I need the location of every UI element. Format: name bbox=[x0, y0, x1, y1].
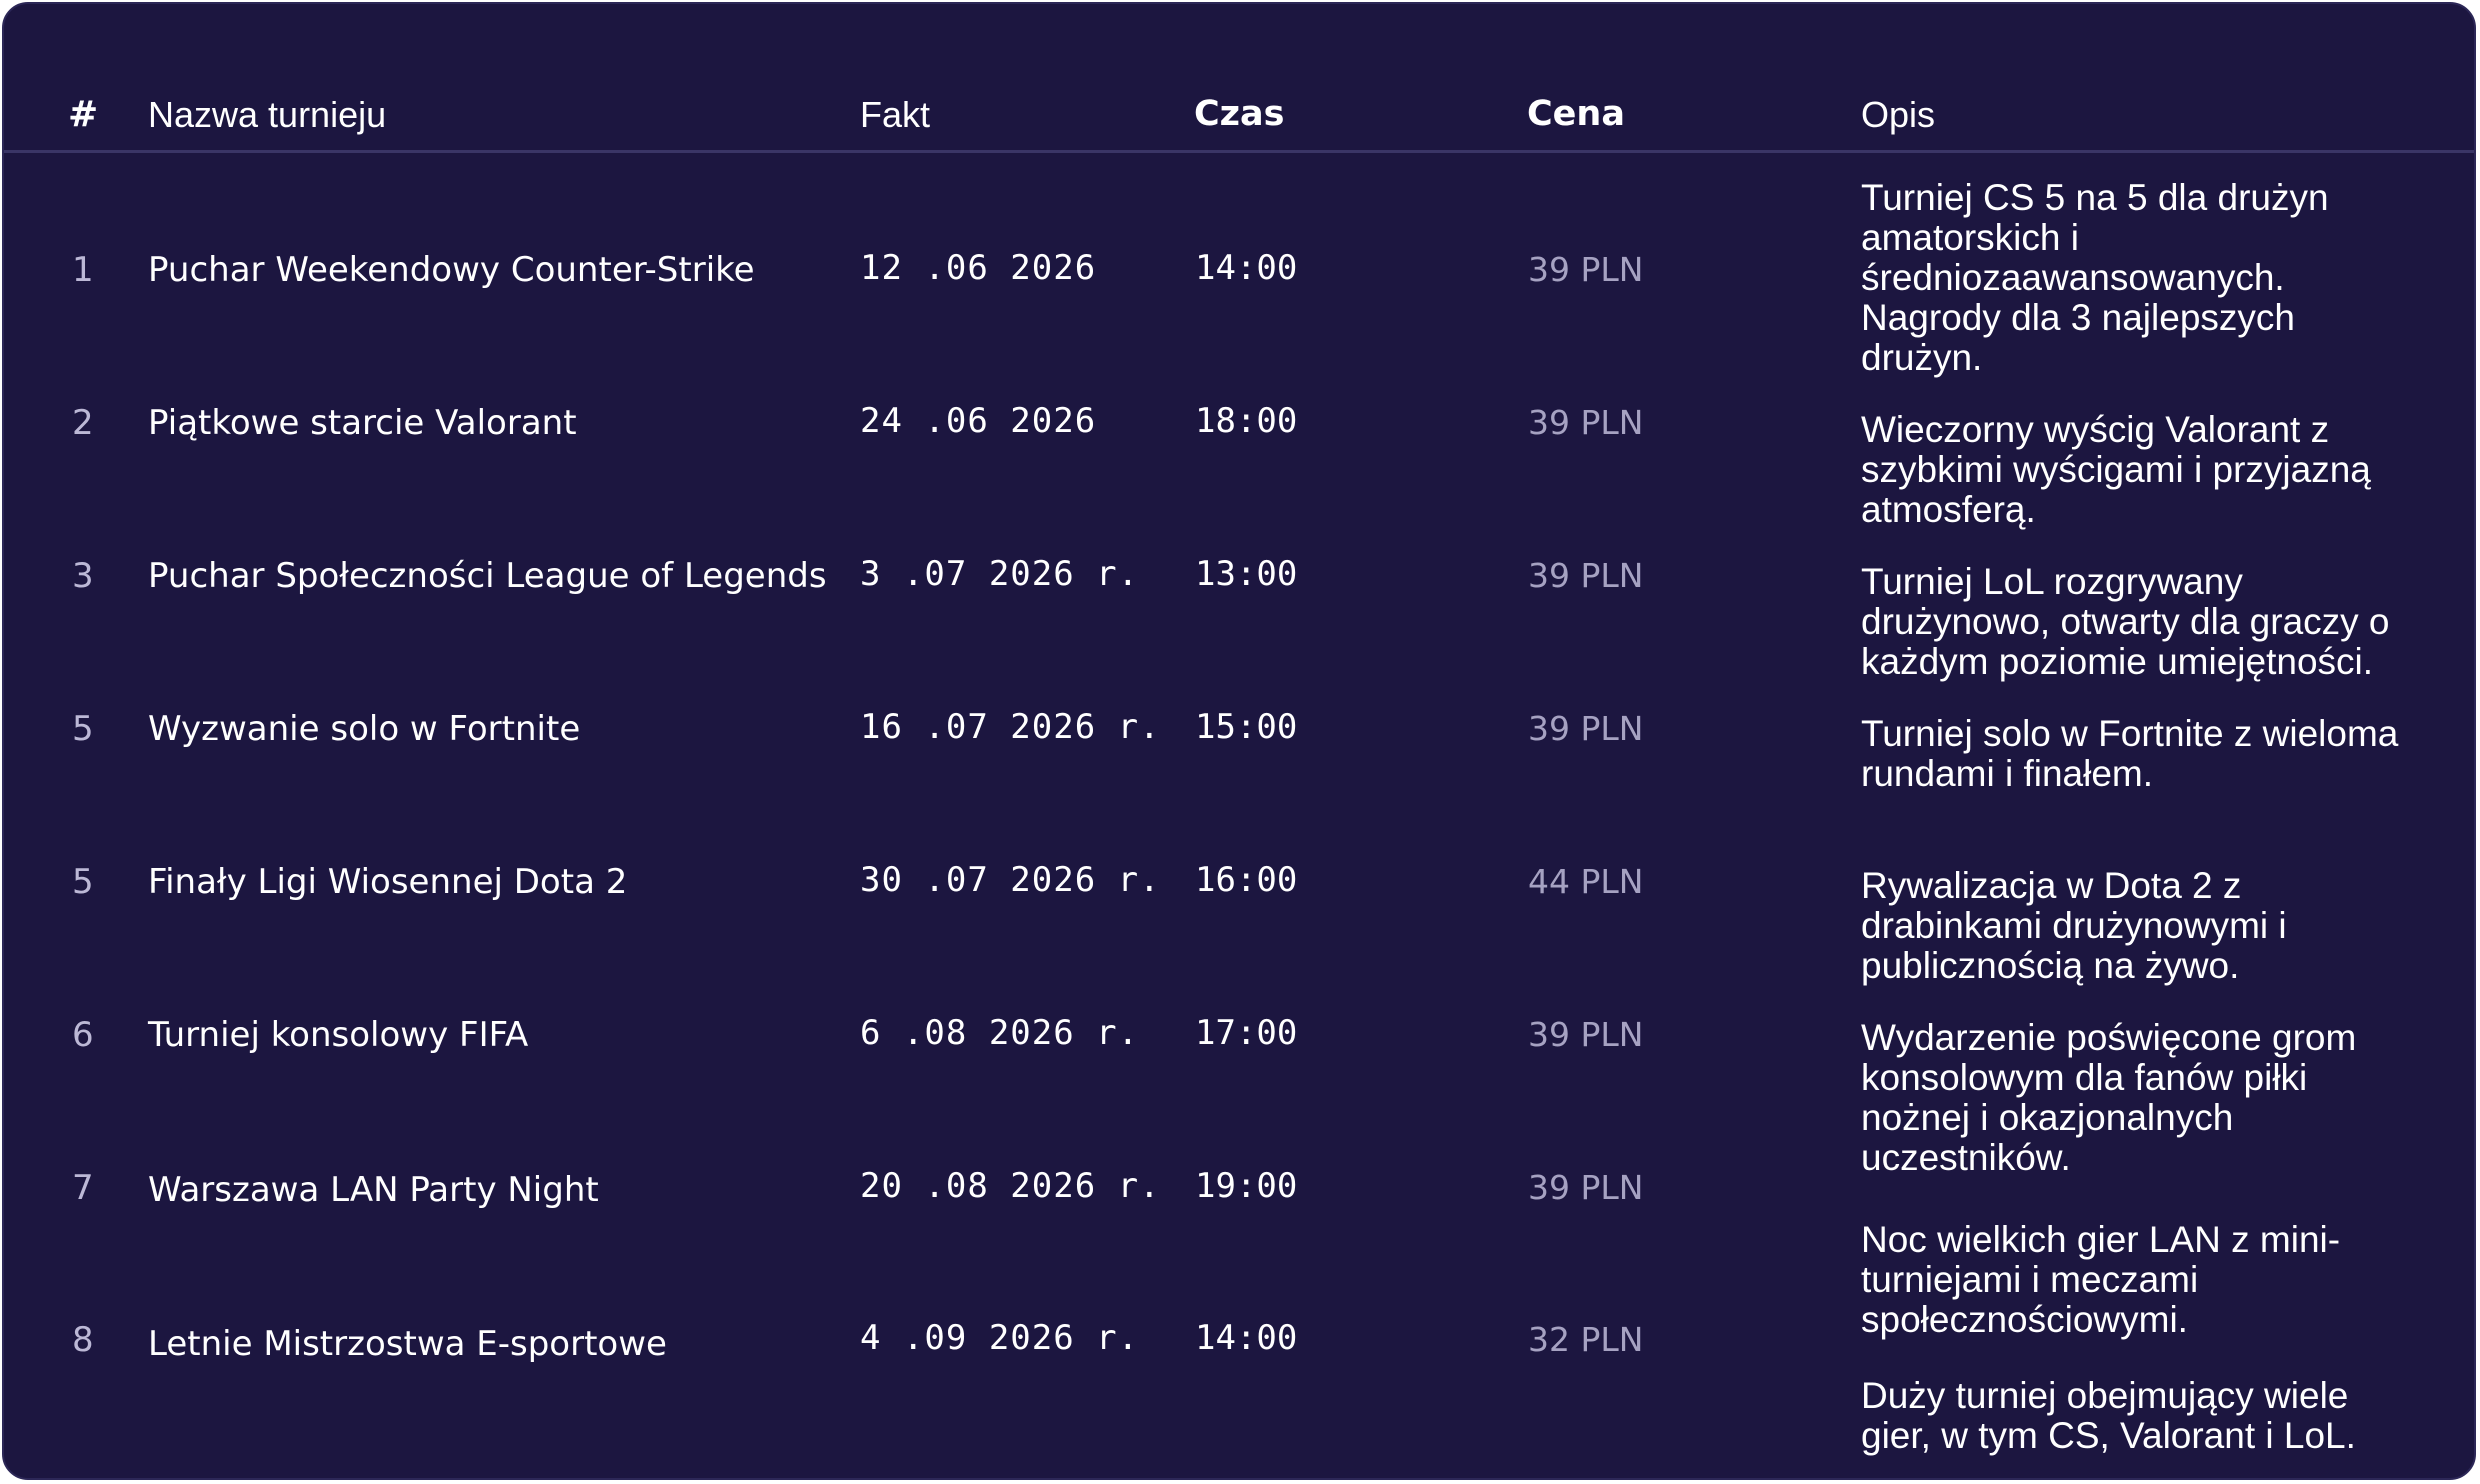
tournament-table: # Nazwa turnieju Fakt Czas Cena Opis 1 P… bbox=[2, 2, 2476, 1480]
header-time: Czas bbox=[1194, 94, 1285, 134]
row-price: 44 PLN bbox=[1528, 862, 1644, 901]
row-name: Warszawa LAN Party Night bbox=[148, 1170, 599, 1210]
row-time: 14:00 bbox=[1195, 248, 1298, 288]
row-date: 20 .08 2026 r. bbox=[860, 1166, 1161, 1206]
row-name: Piątkowe starcie Valorant bbox=[148, 403, 577, 443]
row-date: 24 .06 2026 bbox=[860, 401, 1097, 441]
row-date: 6 .08 2026 r. bbox=[860, 1013, 1140, 1053]
row-index: 1 bbox=[72, 250, 94, 290]
row-index: 2 bbox=[72, 403, 94, 443]
row-time: 16:00 bbox=[1195, 860, 1298, 900]
description-text: Rywalizacja w Dota 2 z drabinkami drużyn… bbox=[1861, 865, 2287, 986]
row-price: 39 PLN bbox=[1528, 556, 1644, 595]
header-name: Nazwa turnieju bbox=[148, 94, 387, 135]
row-name: Puchar Weekendowy Counter-Strike bbox=[148, 250, 755, 290]
row-price: 39 PLN bbox=[1528, 709, 1644, 748]
row-time: 14:00 bbox=[1195, 1318, 1298, 1358]
row-name: Wyzwanie solo w Fortnite bbox=[148, 709, 581, 749]
row-price: 39 PLN bbox=[1528, 1168, 1644, 1207]
row-index: 5 bbox=[72, 709, 94, 749]
header-price: Cena bbox=[1527, 94, 1625, 134]
row-time: 13:00 bbox=[1195, 554, 1298, 594]
row-index: 8 bbox=[72, 1320, 94, 1360]
row-index: 6 bbox=[72, 1015, 94, 1055]
row-date: 4 .09 2026 r. bbox=[860, 1318, 1140, 1358]
row-date: 16 .07 2026 r. bbox=[860, 707, 1161, 747]
table-header: # Nazwa turnieju Fakt Czas Cena Opis bbox=[4, 4, 2474, 153]
row-name: Puchar Społeczności League of Legends bbox=[148, 556, 827, 596]
description-text: Noc wielkich gier LAN z mini-turniejami … bbox=[1861, 1219, 2341, 1340]
header-date: Fakt bbox=[860, 94, 931, 135]
description-text: Duży turniej obejmujący wiele gier, w ty… bbox=[1861, 1375, 2356, 1456]
row-index: 3 bbox=[72, 556, 94, 596]
row-price: 39 PLN bbox=[1528, 1015, 1644, 1054]
row-index: 7 bbox=[72, 1168, 94, 1208]
description-text: Turniej CS 5 na 5 dla drużyn amatorskich… bbox=[1861, 177, 2329, 378]
row-date: 12 .06 2026 bbox=[860, 248, 1097, 288]
row-name: Letnie Mistrzostwa E-sportowe bbox=[148, 1324, 667, 1364]
row-time: 17:00 bbox=[1195, 1013, 1298, 1053]
row-name: Finały Ligi Wiosennej Dota 2 bbox=[148, 862, 628, 902]
description-text: Turniej solo w Fortnite z wieloma rundam… bbox=[1861, 713, 2399, 794]
header-description: Opis bbox=[1861, 94, 1936, 135]
row-time: 15:00 bbox=[1195, 707, 1298, 747]
row-time: 19:00 bbox=[1195, 1166, 1298, 1206]
row-price: 39 PLN bbox=[1528, 403, 1644, 442]
row-price: 32 PLN bbox=[1528, 1320, 1644, 1359]
row-index: 5 bbox=[72, 862, 94, 902]
row-time: 18:00 bbox=[1195, 401, 1298, 441]
row-price: 39 PLN bbox=[1528, 250, 1644, 289]
row-date: 3 .07 2026 r. bbox=[860, 554, 1140, 594]
description-text: Wydarzenie poświęcone grom konsolowym dl… bbox=[1861, 1017, 2357, 1178]
header-index: # bbox=[68, 94, 99, 135]
description-text: Wieczorny wyścig Valorant z szybkimi wyś… bbox=[1861, 409, 2371, 530]
row-name: Turniej konsolowy FIFA bbox=[148, 1015, 529, 1055]
row-date: 30 .07 2026 r. bbox=[860, 860, 1161, 900]
description-text: Turniej LoL rozgrywany drużynowo, otwart… bbox=[1861, 561, 2390, 682]
